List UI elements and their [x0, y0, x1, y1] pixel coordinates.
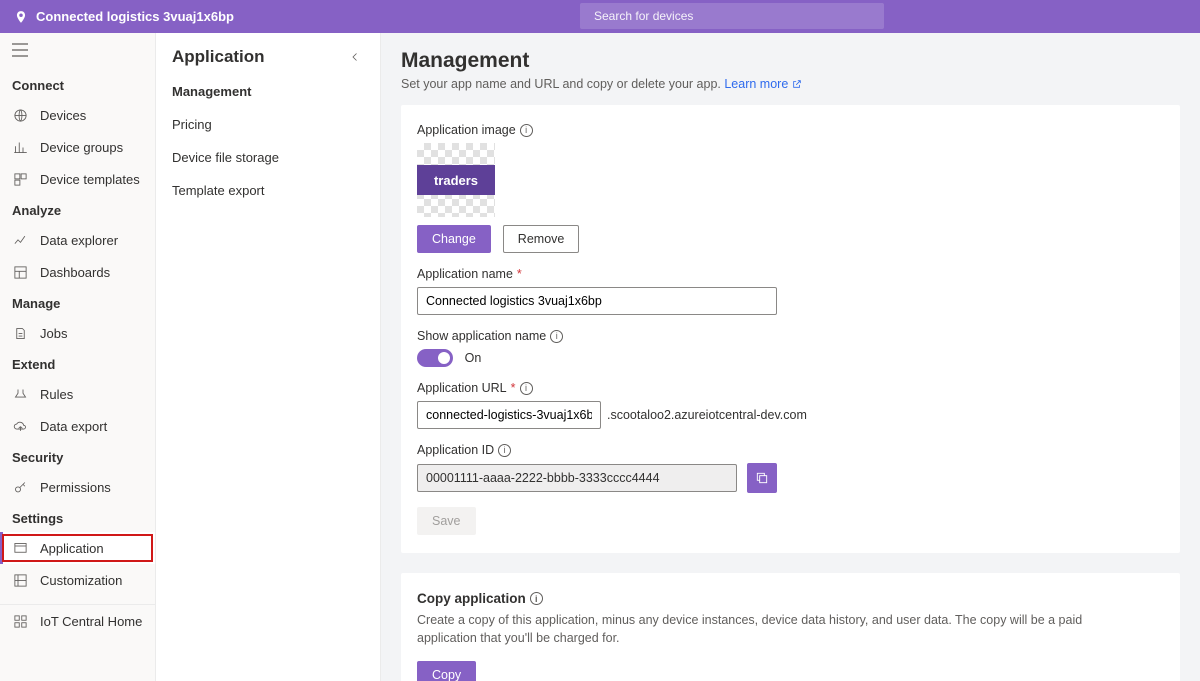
main-area: Management Set your app name and URL and… [381, 33, 1200, 681]
nav-item-label: Rules [40, 387, 73, 402]
subpanel-item-management[interactable]: Management [156, 75, 380, 108]
jobs-icon [12, 325, 28, 341]
subpanel-item-device-file-storage[interactable]: Device file storage [156, 141, 380, 174]
application-id-label: Application ID i [417, 443, 1164, 457]
nav-item-label: Dashboards [40, 265, 110, 280]
info-icon[interactable]: i [498, 444, 511, 457]
nav-item-device-groups[interactable]: Device groups [0, 131, 155, 163]
info-icon[interactable]: i [520, 124, 533, 137]
application-url-input[interactable] [417, 401, 601, 429]
hamburger-button[interactable] [0, 33, 155, 70]
left-nav: Connect Devices Device groups Device tem… [0, 33, 156, 681]
application-image-preview: traders [417, 143, 495, 217]
change-image-button[interactable]: Change [417, 225, 491, 253]
nav-item-iot-central-home[interactable]: IoT Central Home [0, 605, 155, 637]
nav-item-permissions[interactable]: Permissions [0, 471, 155, 503]
application-name-input[interactable] [417, 287, 777, 315]
nav-item-label: Devices [40, 108, 86, 123]
copy-application-button[interactable]: Copy [417, 661, 476, 681]
copy-application-card: Copy application i Create a copy of this… [401, 573, 1180, 681]
application-url-label: Application URL* i [417, 381, 1164, 395]
external-link-icon [792, 79, 802, 89]
nav-item-rules[interactable]: Rules [0, 378, 155, 410]
save-button: Save [417, 507, 476, 535]
application-id-field [417, 464, 737, 492]
topbar-title: Connected logistics 3vuaj1x6bp [36, 9, 234, 24]
show-name-toggle[interactable] [417, 349, 453, 367]
cloud-export-icon [12, 418, 28, 434]
show-application-name-label: Show application name i [417, 329, 1164, 343]
application-name-label: Application name* [417, 267, 1164, 281]
rules-icon [12, 386, 28, 402]
nav-category-settings: Settings [0, 503, 155, 532]
application-icon [12, 540, 28, 556]
nav-item-label: Permissions [40, 480, 111, 495]
remove-image-button[interactable]: Remove [503, 225, 580, 253]
nav-item-dashboards[interactable]: Dashboards [0, 256, 155, 288]
application-url-suffix: .scootaloo2.azureiotcentral-dev.com [607, 408, 807, 422]
nav-item-data-explorer[interactable]: Data explorer [0, 224, 155, 256]
copy-application-description: Create a copy of this application, minus… [417, 612, 1137, 647]
nav-category-manage: Manage [0, 288, 155, 317]
subpanel-title: Application [172, 47, 265, 67]
template-icon [12, 171, 28, 187]
toggle-state-text: On [465, 351, 482, 365]
line-chart-icon [12, 232, 28, 248]
nav-item-label: Application [40, 541, 104, 556]
key-icon [12, 479, 28, 495]
nav-item-application[interactable]: Application [0, 532, 155, 564]
location-icon [14, 10, 28, 24]
nav-item-label: Customization [40, 573, 122, 588]
copy-id-button[interactable] [747, 463, 777, 493]
customization-icon [12, 572, 28, 588]
nav-item-devices[interactable]: Devices [0, 99, 155, 131]
nav-item-customization[interactable]: Customization [0, 564, 155, 596]
nav-category-security: Security [0, 442, 155, 471]
subpanel-item-pricing[interactable]: Pricing [156, 108, 380, 141]
nav-item-device-templates[interactable]: Device templates [0, 163, 155, 195]
subpanel: Application Management Pricing Device fi… [156, 33, 381, 681]
dashboard-icon [12, 264, 28, 280]
nav-item-label: Data export [40, 419, 107, 434]
copy-icon [755, 471, 769, 485]
nav-item-jobs[interactable]: Jobs [0, 317, 155, 349]
nav-category-extend: Extend [0, 349, 155, 378]
copy-application-title: Copy application i [417, 591, 1164, 606]
learn-more-link[interactable]: Learn more [724, 77, 801, 91]
nav-item-label: Jobs [40, 326, 67, 341]
grid-icon [12, 613, 28, 629]
barchart-icon [12, 139, 28, 155]
topbar: Connected logistics 3vuaj1x6bp [0, 0, 1200, 33]
hamburger-icon [12, 43, 28, 57]
app-image-brand: traders [417, 165, 495, 195]
nav-item-data-export[interactable]: Data export [0, 410, 155, 442]
collapse-subpanel-button[interactable] [346, 48, 364, 66]
search-container[interactable] [580, 3, 884, 29]
page-subtitle: Set your app name and URL and copy or de… [401, 77, 1180, 91]
chevron-left-icon [349, 51, 361, 63]
info-icon[interactable]: i [520, 382, 533, 395]
nav-item-label: IoT Central Home [40, 614, 142, 629]
application-image-label: Application image i [417, 123, 1164, 137]
subpanel-item-template-export[interactable]: Template export [156, 174, 380, 207]
nav-item-label: Data explorer [40, 233, 118, 248]
page-title: Management [401, 49, 1180, 73]
nav-category-connect: Connect [0, 70, 155, 99]
info-icon[interactable]: i [530, 592, 543, 605]
search-input[interactable] [594, 9, 870, 23]
nav-item-label: Device groups [40, 140, 123, 155]
management-card: Application image i traders Change Remov… [401, 105, 1180, 553]
nav-item-label: Device templates [40, 172, 140, 187]
info-icon[interactable]: i [550, 330, 563, 343]
globe-icon [12, 107, 28, 123]
app-brand: Connected logistics 3vuaj1x6bp [0, 9, 234, 24]
nav-category-analyze: Analyze [0, 195, 155, 224]
